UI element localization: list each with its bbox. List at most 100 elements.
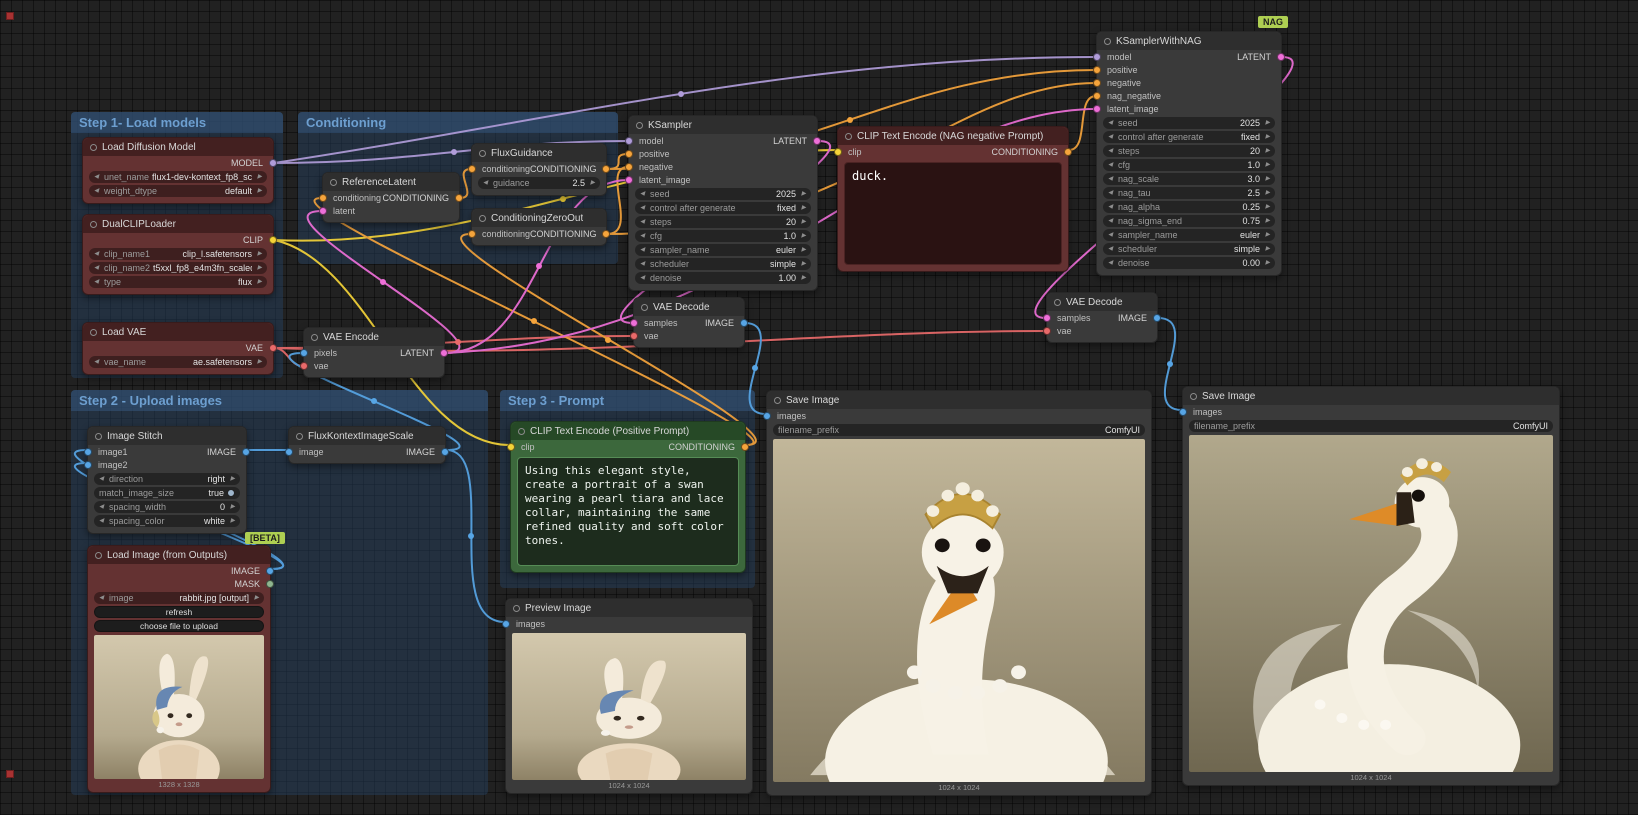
increment-icon[interactable] [228,473,235,485]
input-socket-latent-image[interactable] [1093,105,1101,113]
collapse-dot-icon[interactable] [330,179,337,186]
increment-icon[interactable] [1263,201,1270,213]
widget-steps[interactable]: steps 20 [1103,145,1275,157]
node-save-image-1[interactable]: Save Image images filename_prefix ComfyU… [766,390,1152,796]
group-title[interactable]: Step 1- Load models [71,112,283,133]
increment-icon[interactable] [228,501,235,513]
input-socket-vae[interactable] [300,362,308,370]
increment-icon[interactable] [255,171,262,183]
output-socket-latent[interactable] [1277,53,1285,61]
collapse-dot-icon[interactable] [296,433,303,440]
input-socket-pixels[interactable] [300,349,308,357]
input-socket-vae[interactable] [1043,327,1051,335]
widget-weight-dtype[interactable]: weight_dtype default [89,185,267,197]
decrement-icon[interactable] [640,258,647,270]
decrement-icon[interactable] [1108,131,1115,143]
increment-icon[interactable] [1263,187,1270,199]
decrement-icon[interactable] [99,501,106,513]
widget-filename-prefix[interactable]: filename_prefix ComfyUI [773,424,1145,436]
increment-icon[interactable] [799,188,806,200]
decrement-icon[interactable] [640,244,647,256]
decrement-icon[interactable] [1108,159,1115,171]
node-title-bar[interactable]: Load Diffusion Model [83,138,273,156]
widget-filename-prefix[interactable]: filename_prefix ComfyUI [1189,420,1553,432]
node-reference-latent[interactable]: ReferenceLatent conditioning CONDITIONIN… [322,172,460,223]
output-socket-conditioning[interactable] [602,230,610,238]
input-socket-image[interactable] [285,448,293,456]
decrement-icon[interactable] [1108,257,1115,269]
decrement-icon[interactable] [483,177,490,189]
increment-icon[interactable] [255,185,262,197]
increment-icon[interactable] [799,244,806,256]
decrement-icon[interactable] [99,515,106,527]
input-socket-positive[interactable] [625,150,633,158]
input-socket-model[interactable] [625,137,633,145]
node-graph-canvas[interactable]: Step 1- Load models Conditioning Step 2 … [0,0,1638,815]
widget-seed[interactable]: seed 2025 [1103,117,1275,129]
increment-icon[interactable] [799,258,806,270]
node-title-bar[interactable]: ReferenceLatent [323,173,459,191]
collapse-dot-icon[interactable] [479,215,486,222]
decrement-icon[interactable] [1108,215,1115,227]
widget-seed[interactable]: seed 2025 [635,188,811,200]
node-save-image-2[interactable]: Save Image images filename_prefix ComfyU… [1182,386,1560,786]
collapse-dot-icon[interactable] [845,133,852,140]
collapse-dot-icon[interactable] [513,605,520,612]
input-socket-samples[interactable] [630,319,638,327]
increment-icon[interactable] [1263,131,1270,143]
node-title-bar[interactable]: DualCLIPLoader [83,215,273,233]
widget-clip-name2[interactable]: clip_name2 t5xxl_fp8_e4m3fn_scaled.safet… [89,262,267,274]
group-title[interactable]: Conditioning [298,112,618,133]
group-title[interactable]: Step 2 - Upload images [71,390,488,411]
widget-direction[interactable]: direction right [94,473,240,485]
collapse-dot-icon[interactable] [311,334,318,341]
widget-control-after-generate[interactable]: control after generate fixed [635,202,811,214]
widget-spacing-color[interactable]: spacing_color white [94,515,240,527]
input-socket-image2[interactable] [84,461,92,469]
node-title-bar[interactable]: KSampler [629,116,817,134]
input-socket-image1[interactable] [84,448,92,456]
decrement-icon[interactable] [94,171,101,183]
collapse-dot-icon[interactable] [1104,38,1111,45]
input-socket-images[interactable] [502,620,510,628]
output-socket-conditioning[interactable] [741,443,749,451]
decrement-icon[interactable] [94,356,101,368]
collapse-dot-icon[interactable] [1190,393,1197,400]
increment-icon[interactable] [1263,159,1270,171]
widget-sampler-name[interactable]: sampler_name euler [1103,229,1275,241]
collapse-dot-icon[interactable] [518,428,525,435]
output-socket-latent[interactable] [813,137,821,145]
decrement-icon[interactable] [640,202,647,214]
widget-clip-name1[interactable]: clip_name1 clip_l.safetensors [89,248,267,260]
output-socket-clip[interactable] [269,236,277,244]
node-image-stitch[interactable]: Image Stitch image1 IMAGE image2 directi… [87,426,247,534]
node-title-bar[interactable]: VAE Encode [304,328,444,346]
node-title-bar[interactable]: FluxGuidance [472,144,606,162]
widget-guidance[interactable]: guidance 2.5 [478,177,600,189]
input-socket-latent[interactable] [319,207,327,215]
widget-nag-tau[interactable]: nag_tau 2.5 [1103,187,1275,199]
increment-icon[interactable] [1263,243,1270,255]
collapse-dot-icon[interactable] [90,329,97,336]
widget-sampler-name[interactable]: sampler_name euler [635,244,811,256]
group-title[interactable]: Step 3 - Prompt [500,390,755,411]
node-title-bar[interactable]: Save Image [767,391,1151,409]
output-socket-mask[interactable] [266,580,274,588]
collapse-dot-icon[interactable] [90,144,97,151]
decrement-icon[interactable] [1108,145,1115,157]
increment-icon[interactable] [1263,117,1270,129]
prompt-textarea[interactable]: duck. [844,162,1062,265]
node-load-diffusion-model[interactable]: Load Diffusion Model MODEL unet_name flu… [82,137,274,204]
input-socket-nag-negative[interactable] [1093,92,1101,100]
widget-denoise[interactable]: denoise 1.00 [635,272,811,284]
input-socket-negative[interactable] [1093,79,1101,87]
toggle-icon[interactable] [227,489,235,497]
widget-match-image-size[interactable]: match_image_size true [94,487,240,499]
widget-cfg[interactable]: cfg 1.0 [1103,159,1275,171]
widget-image[interactable]: image rabbit.jpg [output] [94,592,264,604]
widget-vae-name[interactable]: vae_name ae.safetensors [89,356,267,368]
increment-icon[interactable] [1263,257,1270,269]
decrement-icon[interactable] [99,473,106,485]
node-preview-image[interactable]: Preview Image images 1024 [505,598,753,794]
increment-icon[interactable] [1263,215,1270,227]
